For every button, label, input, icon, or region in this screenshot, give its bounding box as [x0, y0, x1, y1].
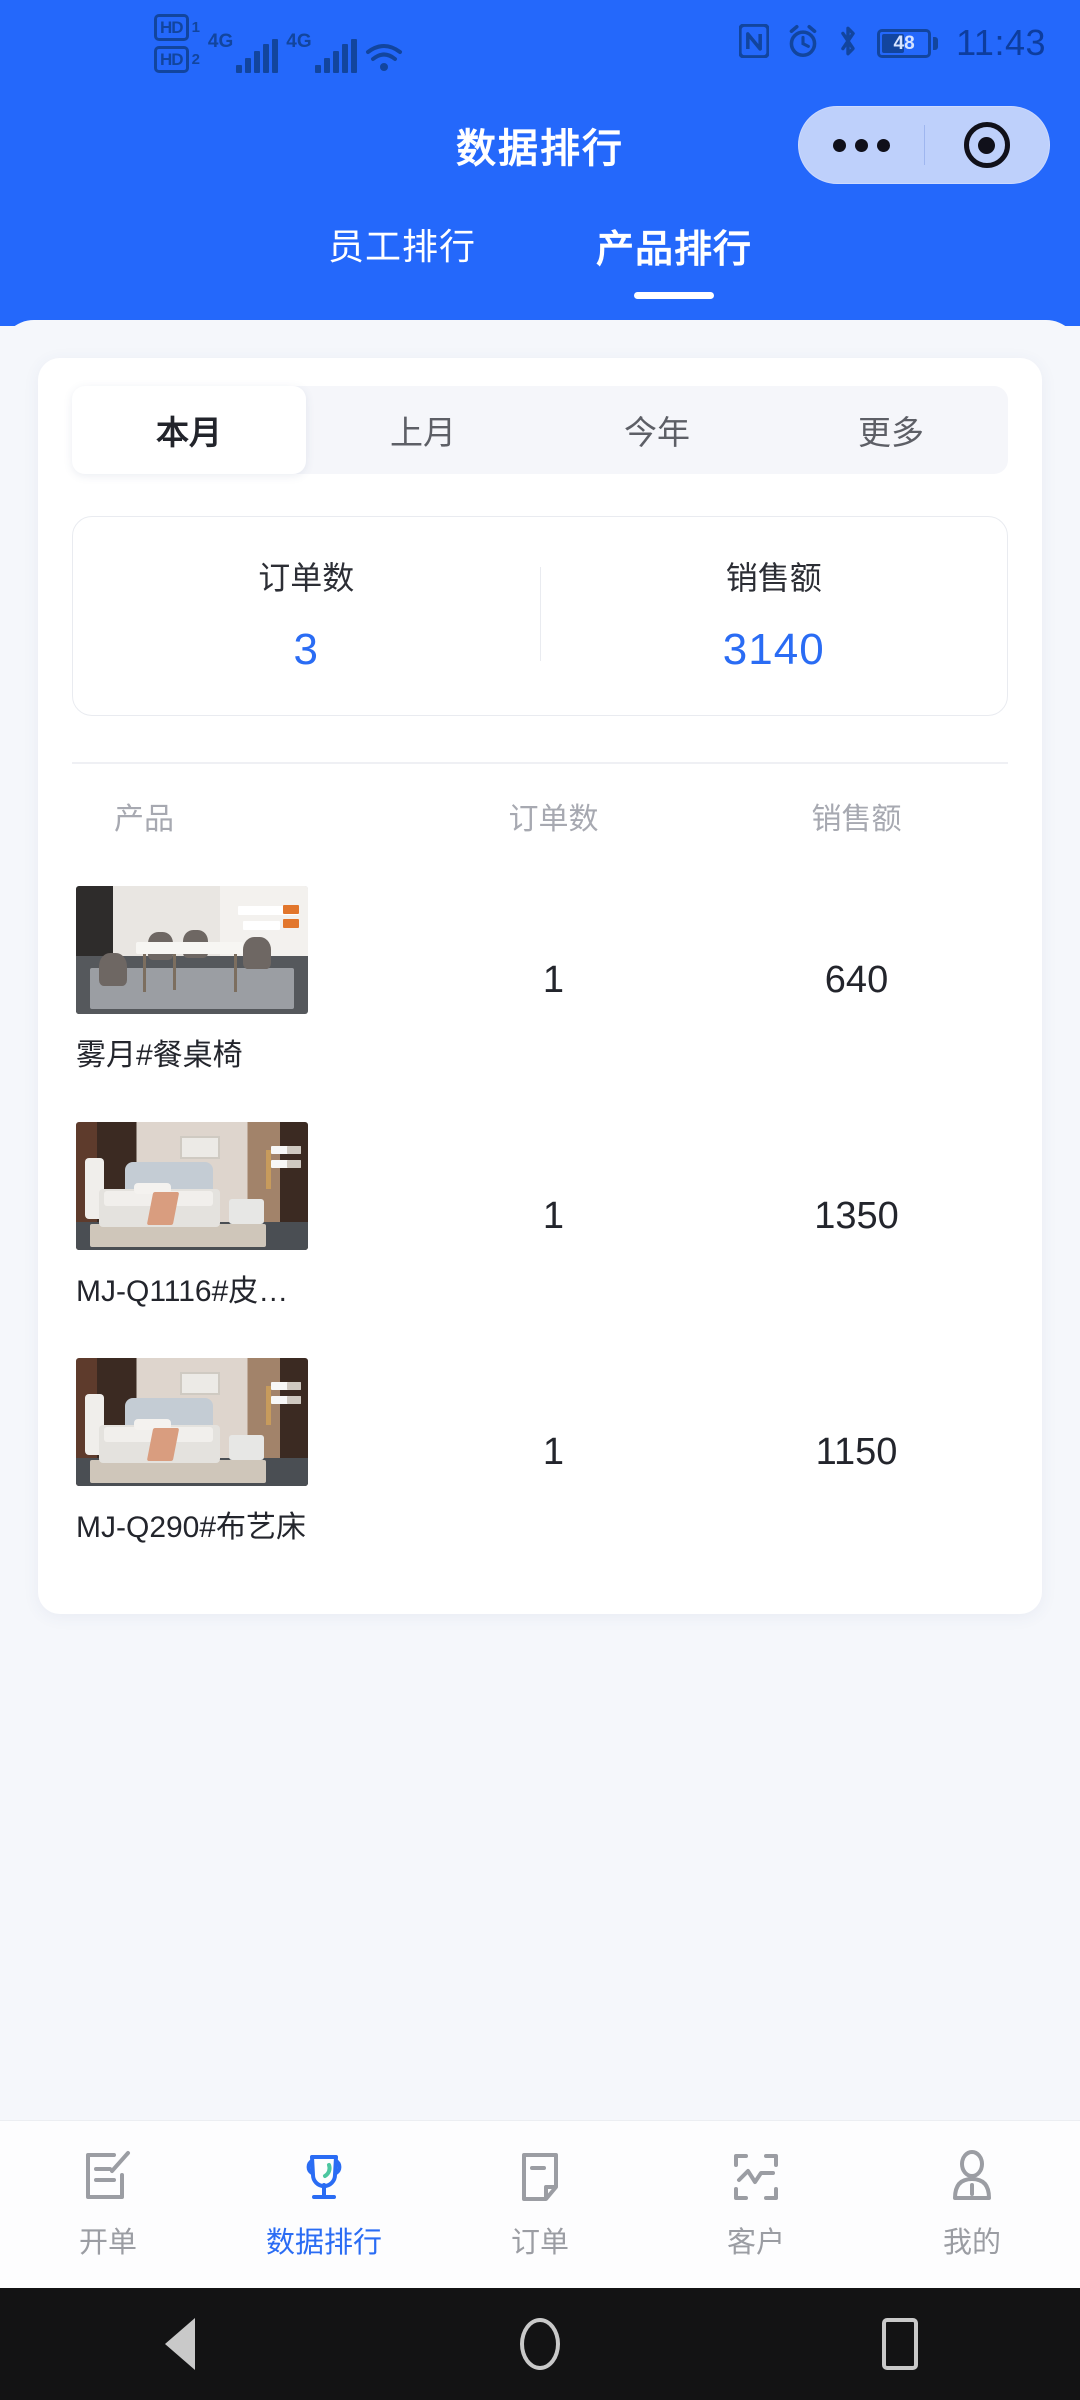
hd-sim2-badge: HD 2 [154, 45, 200, 73]
product-sales: 640 [824, 958, 889, 1001]
person-icon [944, 2149, 1000, 2205]
product-sales: 1350 [814, 1194, 899, 1237]
period-this-month[interactable]: 本月 [72, 386, 306, 474]
battery-percent-label: 48 [893, 32, 915, 54]
tabbar-label-profile: 我的 [942, 2226, 1001, 2259]
period-this-year-label: 今年 [624, 414, 690, 451]
nfc-icon [738, 22, 770, 63]
more-dots-icon [832, 138, 890, 152]
signal-bars-sim2 [314, 38, 357, 73]
status-clock: 11:43 [956, 22, 1046, 63]
tab-employee-ranking[interactable]: 员工排行 [328, 218, 476, 296]
tabbar-label-create-order: 开单 [78, 2226, 137, 2259]
tab-product-ranking[interactable]: 产品排行 [596, 218, 752, 299]
product-orders: 1 [542, 1194, 565, 1237]
target-circle-icon [963, 122, 1010, 168]
app-header: HD 1 HD 2 4G 4G 48 11:43 数据排行 员工排行 产品排行 [0, 0, 1080, 326]
tabbar-item-create-order[interactable]: 开单 [0, 2149, 216, 2261]
capsule-close-button[interactable] [925, 122, 1050, 168]
period-more[interactable]: 更多 [774, 386, 1008, 474]
android-back-button[interactable] [120, 2288, 240, 2400]
signal-bars-sim1 [236, 38, 279, 73]
recents-square-icon [882, 2318, 918, 2370]
tab-employee-underline [362, 289, 442, 296]
summary-orders-value: 3 [293, 625, 319, 674]
hd-label-sim1: HD [154, 13, 189, 41]
product-thumbnail [76, 1122, 308, 1250]
phone-screen: HD 1 HD 2 4G 4G 48 11:43 数据排行 员工排行 产品排行 … [0, 0, 1080, 2400]
summary-box: 订单数 3 销售额 3140 [72, 516, 1008, 716]
network-type-sim2: 4G [286, 30, 312, 52]
bottom-tabbar: 开单 数据排行 订单 客户 我的 [0, 2120, 1080, 2288]
hd-num-sim1: 1 [191, 18, 200, 36]
wifi-icon [365, 43, 403, 73]
period-this-month-label: 本月 [156, 414, 222, 451]
summary-orders-label: 订单数 [258, 560, 355, 596]
product-name: MJ-Q290#布艺床 [76, 1511, 307, 1544]
column-header-orders: 订单数 [508, 803, 599, 836]
hd-volte-indicators: HD 1 HD 2 [154, 13, 200, 73]
summary-sales-value: 3140 [722, 625, 825, 674]
tabbar-item-data-ranking[interactable]: 数据排行 [216, 2149, 432, 2261]
ranking-tabs: 员工排行 产品排行 [0, 204, 1080, 326]
status-bar: HD 1 HD 2 4G 4G 48 11:43 [0, 0, 1080, 86]
tabbar-label-customers: 客户 [726, 2226, 785, 2259]
content-sheet: 本月 上月 今年 更多 订单数 3 销售额 3140 产品 订单数 销售额 雾月… [0, 320, 1080, 2120]
tabbar-item-orders[interactable]: 订单 [432, 2149, 648, 2261]
summary-orders: 订单数 3 [73, 553, 540, 675]
column-header-sales: 销售额 [811, 803, 902, 836]
network-type-sim1: 4G [207, 30, 234, 52]
column-header-product: 产品 [114, 803, 174, 836]
table-row[interactable]: MJ-Q290#布艺床 1 1150 [72, 1336, 1008, 1572]
document-icon [512, 2149, 568, 2205]
signal-sim1: 4G [207, 30, 279, 73]
back-triangle-icon [165, 2318, 195, 2370]
android-navigation-bar [0, 2288, 1080, 2400]
product-orders: 1 [542, 1430, 565, 1473]
summary-sales: 销售额 3140 [541, 553, 1008, 675]
product-name: MJ-Q1116#皮… [76, 1275, 289, 1308]
hd-label-sim2: HD [154, 45, 189, 73]
table-row[interactable]: MJ-Q1116#皮… 1 1350 [72, 1100, 1008, 1336]
tabbar-item-profile[interactable]: 我的 [864, 2149, 1080, 2261]
hd-num-sim2: 2 [191, 50, 200, 68]
product-name: 雾月#餐桌椅 [76, 1039, 243, 1072]
alarm-clock-icon [787, 24, 819, 63]
product-thumbnail [76, 1358, 308, 1486]
product-orders: 1 [542, 958, 565, 1001]
product-cell: 雾月#餐桌椅 [72, 886, 402, 1074]
period-filter: 本月 上月 今年 更多 [72, 386, 1008, 474]
hd-sim1-badge: HD 1 [154, 13, 200, 41]
period-this-year[interactable]: 今年 [540, 386, 774, 474]
bluetooth-icon [837, 24, 859, 63]
period-last-month[interactable]: 上月 [306, 386, 540, 474]
android-home-button[interactable] [480, 2288, 600, 2400]
tabbar-label-data-ranking: 数据排行 [265, 2226, 382, 2259]
tabbar-item-customers[interactable]: 客户 [648, 2149, 864, 2261]
title-bar: 数据排行 [0, 86, 1080, 204]
signal-sim2: 4G [286, 30, 357, 73]
summary-sales-label: 销售额 [725, 560, 822, 596]
miniprogram-capsule[interactable] [798, 106, 1050, 184]
capsule-menu-button[interactable] [799, 138, 924, 152]
period-last-month-label: 上月 [390, 414, 456, 451]
customer-chart-icon [728, 2149, 784, 2205]
trophy-icon [296, 2149, 352, 2205]
ranking-card: 本月 上月 今年 更多 订单数 3 销售额 3140 产品 订单数 销售额 雾月… [38, 358, 1042, 1614]
create-order-icon [80, 2149, 136, 2205]
tab-product-underline [634, 292, 714, 299]
table-header: 产品 订单数 销售额 [72, 762, 1008, 864]
product-sales: 1150 [815, 1430, 898, 1473]
product-cell: MJ-Q290#布艺床 [72, 1358, 402, 1546]
tabbar-label-orders: 订单 [510, 2226, 569, 2259]
product-cell: MJ-Q1116#皮… [72, 1122, 402, 1310]
home-circle-icon [520, 2318, 560, 2370]
tab-product-ranking-label: 产品排行 [596, 229, 753, 271]
android-recents-button[interactable] [840, 2288, 960, 2400]
product-thumbnail [76, 886, 308, 1014]
battery-indicator: 48 [877, 28, 939, 58]
tab-employee-ranking-label: 员工排行 [327, 226, 476, 267]
period-more-label: 更多 [858, 414, 924, 451]
table-row[interactable]: 雾月#餐桌椅 1 640 [72, 864, 1008, 1100]
